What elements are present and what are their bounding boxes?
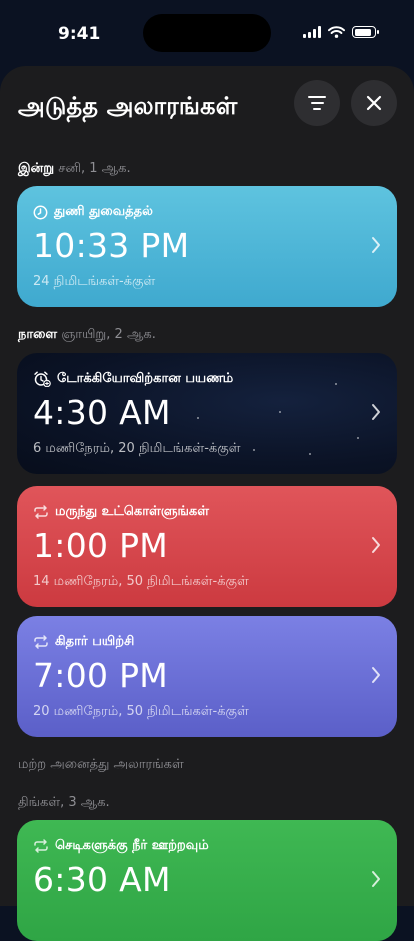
alarm-label-row: டோக்கியோவிற்கான பயணம் — [33, 371, 233, 387]
section-date: சனி, 1 ஆக. — [58, 161, 131, 176]
status-icons — [303, 26, 379, 38]
repeat-icon — [34, 635, 48, 649]
alarm-label: மருந்து உட்கொள்ளுங்கள் — [55, 504, 209, 519]
chevron-right-icon — [372, 404, 380, 420]
alarm-label: துணி துவைத்தல் — [54, 204, 153, 219]
alarm-card[interactable]: செடிகளுக்கு நீர் ஊற்றவும் 6:30 AM — [17, 820, 397, 941]
cellular-signal-icon — [303, 26, 321, 38]
section-today: இன்று சனி, 1 ஆக. — [18, 161, 131, 177]
wifi-icon — [328, 26, 345, 38]
status-bar: 9:41 — [0, 0, 414, 66]
alarm-remaining: 24 நிமிடங்கள்-க்குள் — [33, 274, 156, 289]
alarm-label-row: கிதார் பயிற்சி — [33, 634, 134, 650]
chevron-right-icon — [372, 537, 380, 553]
alarm-card[interactable]: டோக்கியோவிற்கான பயணம் 4:30 AM 6 மணிநேரம்… — [17, 353, 397, 474]
battery-level — [354, 28, 371, 36]
alarm-time: 4:30 AM — [33, 393, 171, 432]
alarm-label: கிதார் பயிற்சி — [55, 634, 135, 649]
alarm-time: 10:33 PM — [33, 226, 190, 265]
battery-icon — [352, 26, 379, 38]
alarm-remaining: 6 மணிநேரம், 20 நிமிடங்கள்-க்குள் — [33, 441, 241, 456]
repeat-icon — [34, 505, 48, 519]
alarm-time: 1:00 PM — [33, 526, 169, 565]
section-day: நாளை — [18, 327, 58, 342]
section-others-date: திங்கள், 3 ஆக. — [18, 795, 110, 810]
upcoming-alarms-sheet: அடுத்த அலாரங்கள் இன்று சனி, 1 ஆக. துணி த… — [0, 66, 414, 941]
alarm-label: செடிகளுக்கு நீர் ஊற்றவும் — [55, 838, 209, 853]
dynamic-island — [143, 14, 271, 52]
filter-button[interactable] — [294, 80, 340, 126]
alarm-label: டோக்கியோவிற்கான பயணம் — [57, 371, 234, 386]
alarm-card[interactable]: துணி துவைத்தல் 10:33 PM 24 நிமிடங்கள்-க்… — [17, 186, 397, 307]
filter-icon — [308, 96, 326, 110]
alarm-label-row: மருந்து உட்கொள்ளுங்கள் — [33, 504, 209, 520]
section-day: இன்று — [18, 161, 55, 176]
alarm-remaining: 20 மணிநேரம், 50 நிமிடங்கள்-க்குள் — [33, 704, 249, 719]
alarm-card[interactable]: கிதார் பயிற்சி 7:00 PM 20 மணிநேரம், 50 ந… — [17, 616, 397, 737]
close-icon — [366, 95, 382, 111]
section-others-title: மற்ற அனைத்து அலாரங்கள் — [18, 757, 184, 772]
alarm-clock-add-icon — [34, 371, 51, 387]
alarm-label-row: துணி துவைத்தல் — [33, 204, 153, 220]
chevron-right-icon — [372, 237, 380, 253]
chevron-right-icon — [372, 871, 380, 887]
alarm-time: 6:30 AM — [33, 860, 171, 899]
section-tomorrow: நாளை ஞாயிறு, 2 ஆக. — [18, 327, 156, 343]
close-button[interactable] — [351, 80, 397, 126]
section-date: ஞாயிறு, 2 ஆக. — [61, 327, 156, 342]
sheet-title: அடுத்த அலாரங்கள் — [18, 92, 238, 120]
repeat-icon — [34, 839, 48, 853]
clock-icon — [33, 205, 48, 219]
alarm-label-row: செடிகளுக்கு நீர் ஊற்றவும் — [33, 838, 209, 854]
chevron-right-icon — [372, 667, 380, 683]
alarm-time: 7:00 PM — [33, 656, 169, 695]
alarm-remaining: 14 மணிநேரம், 50 நிமிடங்கள்-க்குள் — [33, 574, 249, 589]
alarm-card[interactable]: மருந்து உட்கொள்ளுங்கள் 1:00 PM 14 மணிநேர… — [17, 486, 397, 607]
status-time: 9:41 — [58, 24, 101, 44]
